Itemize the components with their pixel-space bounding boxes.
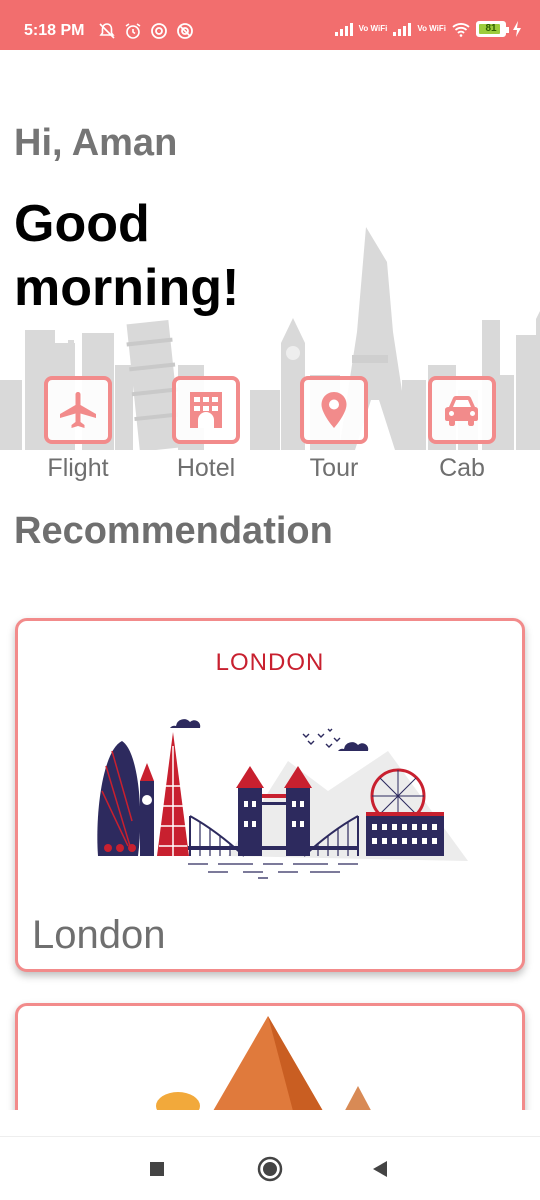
- recents-button[interactable]: [142, 1154, 172, 1184]
- category-tour[interactable]: Tour: [279, 376, 389, 483]
- category-tour-box[interactable]: [300, 376, 368, 444]
- car-icon: [445, 396, 478, 426]
- status-bar: 5:18 PM Vo WiFi Vo WiFi 81: [0, 0, 540, 50]
- recommendation-title: Recommendation: [14, 510, 333, 552]
- vowifi-label: Vo WiFi: [417, 24, 446, 33]
- card-title: London: [32, 913, 166, 957]
- wifi-icon: [452, 23, 470, 37]
- status-icons-left: [98, 22, 194, 40]
- circle-icon: [257, 1156, 283, 1182]
- triangle-back-icon: [373, 1161, 387, 1177]
- data-saver-icon: [151, 23, 167, 39]
- airplane-icon: [60, 392, 96, 428]
- category-flight-label: Flight: [47, 454, 109, 482]
- hotel-icon: [190, 392, 222, 428]
- dnd-icon: [177, 23, 193, 39]
- london-skyline-illustration: [97, 719, 468, 879]
- battery-level: 81: [485, 23, 497, 34]
- navigation-bar: [0, 1136, 540, 1200]
- alarm-icon: [125, 23, 141, 39]
- category-hotel[interactable]: Hotel: [151, 376, 261, 483]
- vowifi-icon: Vo WiFi: [417, 25, 446, 33]
- category-flight-box[interactable]: [44, 376, 112, 444]
- greeting-hi: Hi, Aman: [14, 122, 178, 164]
- category-hotel-box[interactable]: [172, 376, 240, 444]
- greeting-message: Good morning!: [14, 195, 240, 317]
- home-button[interactable]: [255, 1154, 285, 1184]
- square-icon: [150, 1162, 164, 1176]
- card-heading: LONDON: [215, 649, 325, 676]
- category-row: Flight Hotel Tour Cab: [0, 376, 540, 486]
- mute-bell-icon: [99, 23, 115, 39]
- vowifi-icon: Vo WiFi: [359, 25, 388, 33]
- status-time: 5:18 PM: [24, 22, 85, 39]
- signal-icon: [334, 22, 353, 36]
- signal-icon: [393, 22, 412, 36]
- category-cab-label: Cab: [439, 454, 485, 482]
- back-button[interactable]: [365, 1154, 395, 1184]
- vowifi-label: Vo WiFi: [358, 24, 388, 33]
- category-hotel-label: Hotel: [176, 454, 236, 482]
- charging-icon: [513, 21, 521, 37]
- status-icons-right: Vo WiFi Vo WiFi 81: [334, 20, 522, 38]
- location-pin-icon: [321, 392, 347, 428]
- category-cab-box[interactable]: [428, 376, 496, 444]
- category-tour-label: Tour: [309, 454, 359, 482]
- recommendation-card-london[interactable]: LONDON London: [15, 618, 525, 972]
- category-flight[interactable]: Flight: [23, 376, 133, 483]
- category-cab[interactable]: Cab: [407, 376, 517, 483]
- battery-icon: 81: [476, 21, 509, 37]
